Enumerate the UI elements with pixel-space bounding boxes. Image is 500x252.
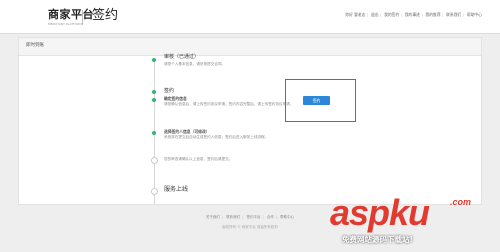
nav-logout[interactable]: 退出 <box>371 12 379 17</box>
watermark-logo: aspku .com 免费网站源码下载站! <box>330 193 495 251</box>
nav-greeting[interactable]: 你好 要老志 <box>345 12 365 17</box>
top-bar: 商家平台 MERCHANT PLATFORM 签约 你好 要老志 | 退出 | 我的… <box>0 0 500 34</box>
nav-my-contract[interactable]: 我的签约 <box>384 12 399 17</box>
watermark-dot: .com <box>450 197 472 207</box>
nav-my-recommend[interactable]: 我的推荐 <box>425 12 440 17</box>
footer-link-help[interactable]: 帮助中心 <box>280 215 294 219</box>
nav-my-deeds[interactable]: 我的事迹 <box>405 12 420 17</box>
step-online-dot-icon <box>151 188 158 195</box>
step-approved-desc: 请您个人基本信息，请尽快提交合同。 <box>164 62 226 66</box>
top-nav: 你好 要老志 | 退出 | 我的签约 | 我的事迹 | 我的推荐 | 联系我们 | 帮助中心 <box>345 12 482 17</box>
step-sign-dot-icon <box>152 90 156 94</box>
footer-link-about[interactable]: 关于我们 <box>206 215 220 219</box>
panel-header: 即时到账 <box>19 38 481 56</box>
page-name: 签约 <box>92 8 119 23</box>
sub-confirm-dot-icon <box>152 98 156 102</box>
footer-link-partner[interactable]: 合作 <box>267 215 274 219</box>
sub-confirm-title: 确定签约信息 <box>164 96 187 101</box>
step-review-desc: 您的审查请确认以上信息，签约后请提交。 <box>164 157 233 161</box>
brand-divider <box>82 10 83 25</box>
sub-signer-title: 选择签约人信息（可修改） <box>164 129 210 134</box>
step-online-title: 服务上线 <box>164 186 189 193</box>
brand-subtitle: MERCHANT PLATFORM <box>48 22 82 26</box>
watermark-brand: aspku <box>330 192 430 233</box>
sub-signer-desc: 系统将在提交后自动生成签约人信息，签约后进入服务上线流程。 <box>164 135 269 139</box>
footer-link-contact[interactable]: 联系我们 <box>226 215 240 219</box>
step-review-dot-icon <box>151 157 158 164</box>
step-approved-title: 审核（已通过） <box>164 54 200 60</box>
sub-confirm-desc: 请您确认信息后，请上传签约协议申请，签约内容完整后，请上传签约协议申请， <box>164 102 294 106</box>
step-approved-dot-icon <box>152 58 156 62</box>
sign-button[interactable]: 签约 <box>303 96 330 105</box>
brand-logo[interactable]: 商家平台 <box>48 8 94 21</box>
watermark-tagline: 免费网站源码下载站! <box>342 235 413 244</box>
main-panel: 即时到账 审核（已通过） 请您个人基本信息，请尽快提交合同。 签约 确定签约信息… <box>18 37 482 205</box>
nav-help[interactable]: 帮助中心 <box>467 12 482 17</box>
nav-contact[interactable]: 联系我们 <box>446 12 461 17</box>
panel-title: 即时到账 <box>26 43 44 48</box>
sub-signer-dot-icon <box>152 131 156 135</box>
step-sign-title: 签约 <box>164 88 175 94</box>
footer-link-platform[interactable]: 签约平台 <box>247 215 261 219</box>
